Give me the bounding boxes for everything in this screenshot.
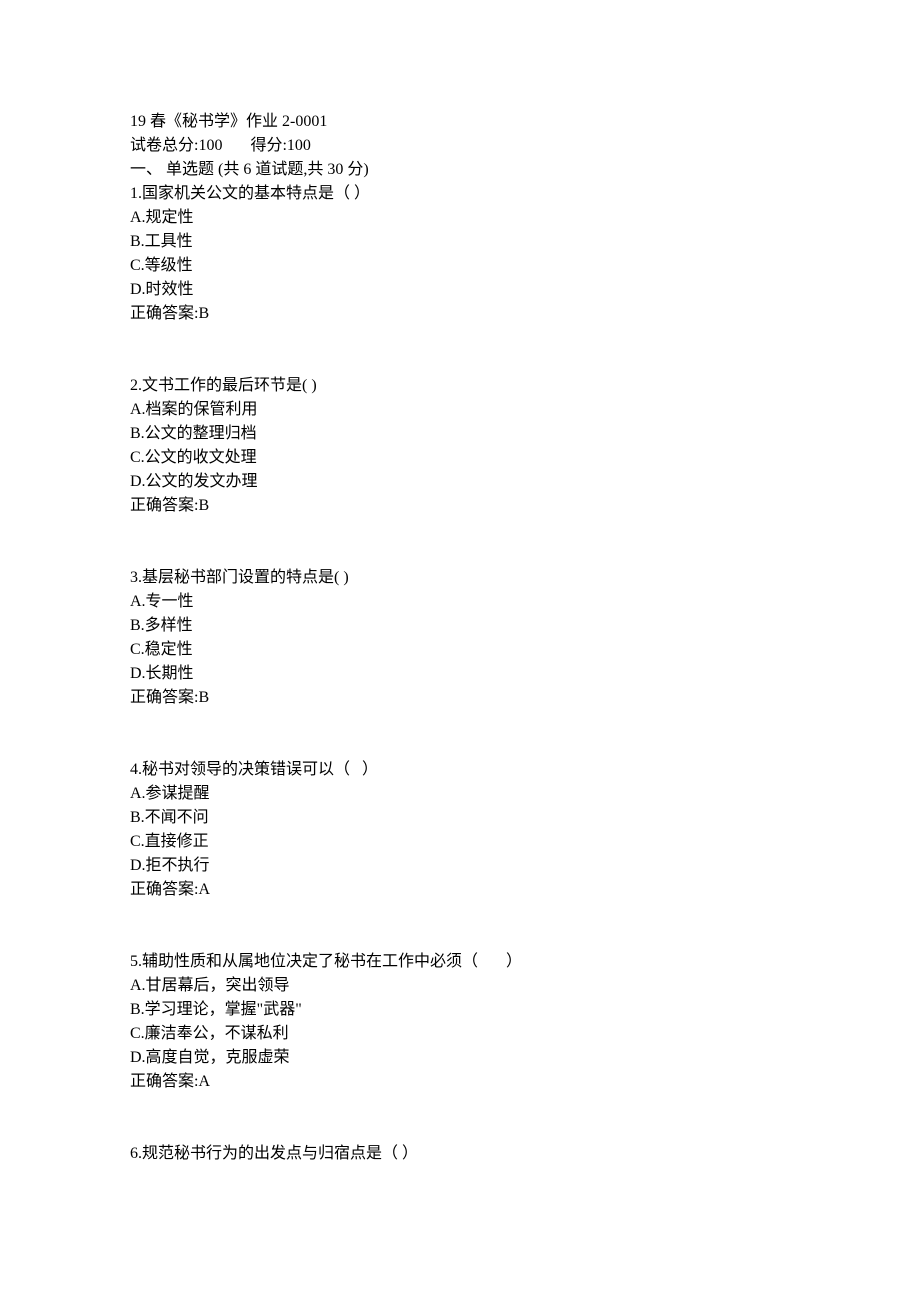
section-header: 一、 单选题 (共 6 道试题,共 30 分) (130, 158, 790, 182)
question-option: A.规定性 (130, 206, 790, 230)
question-stem: 1.国家机关公文的基本特点是（ ） (130, 182, 790, 206)
question-stem: 4.秘书对领导的决策错误可以（ ） (130, 758, 790, 782)
question-stem: 5.辅助性质和从属地位决定了秘书在工作中必须（ ） (130, 950, 790, 974)
question-option: D.高度自觉，克服虚荣 (130, 1046, 790, 1070)
question-option: D.拒不执行 (130, 854, 790, 878)
question-option: A.参谋提醒 (130, 782, 790, 806)
doc-title: 19 春《秘书学》作业 2-0001 (130, 110, 790, 134)
question-option: B.公文的整理归档 (130, 422, 790, 446)
question-option: A.甘居幕后，突出领导 (130, 974, 790, 998)
question-answer: 正确答案:B (130, 302, 790, 326)
question-option: C.等级性 (130, 254, 790, 278)
question-option: A.档案的保管利用 (130, 398, 790, 422)
question-option: C.廉洁奉公，不谋私利 (130, 1022, 790, 1046)
question-block: 3.基层秘书部门设置的特点是( ) A.专一性 B.多样性 C.稳定性 D.长期… (130, 566, 790, 710)
question-stem: 2.文书工作的最后环节是( ) (130, 374, 790, 398)
question-block: 5.辅助性质和从属地位决定了秘书在工作中必须（ ） A.甘居幕后，突出领导 B.… (130, 950, 790, 1094)
question-block: 4.秘书对领导的决策错误可以（ ） A.参谋提醒 B.不闻不问 C.直接修正 D… (130, 758, 790, 902)
question-block: 2.文书工作的最后环节是( ) A.档案的保管利用 B.公文的整理归档 C.公文… (130, 374, 790, 518)
question-option: D.公文的发文办理 (130, 470, 790, 494)
question-stem: 3.基层秘书部门设置的特点是( ) (130, 566, 790, 590)
question-option: B.学习理论，掌握"武器" (130, 998, 790, 1022)
total-score: 试卷总分:100 (130, 137, 222, 154)
question-option: C.稳定性 (130, 638, 790, 662)
score-line: 试卷总分:100 得分:100 (130, 134, 790, 158)
question-option: A.专一性 (130, 590, 790, 614)
question-answer: 正确答案:A (130, 1070, 790, 1094)
question-option: C.直接修正 (130, 830, 790, 854)
question-option: D.长期性 (130, 662, 790, 686)
question-answer: 正确答案:B (130, 494, 790, 518)
question-option: C.公文的收文处理 (130, 446, 790, 470)
question-option: D.时效性 (130, 278, 790, 302)
question-block: 6.规范秘书行为的出发点与归宿点是（ ） (130, 1142, 790, 1166)
question-option: B.不闻不问 (130, 806, 790, 830)
question-answer: 正确答案:A (130, 878, 790, 902)
question-answer: 正确答案:B (130, 686, 790, 710)
question-block: 1.国家机关公文的基本特点是（ ） A.规定性 B.工具性 C.等级性 D.时效… (130, 182, 790, 326)
question-stem: 6.规范秘书行为的出发点与归宿点是（ ） (130, 1142, 790, 1166)
earned-score: 得分:100 (250, 137, 310, 154)
question-option: B.多样性 (130, 614, 790, 638)
question-option: B.工具性 (130, 230, 790, 254)
